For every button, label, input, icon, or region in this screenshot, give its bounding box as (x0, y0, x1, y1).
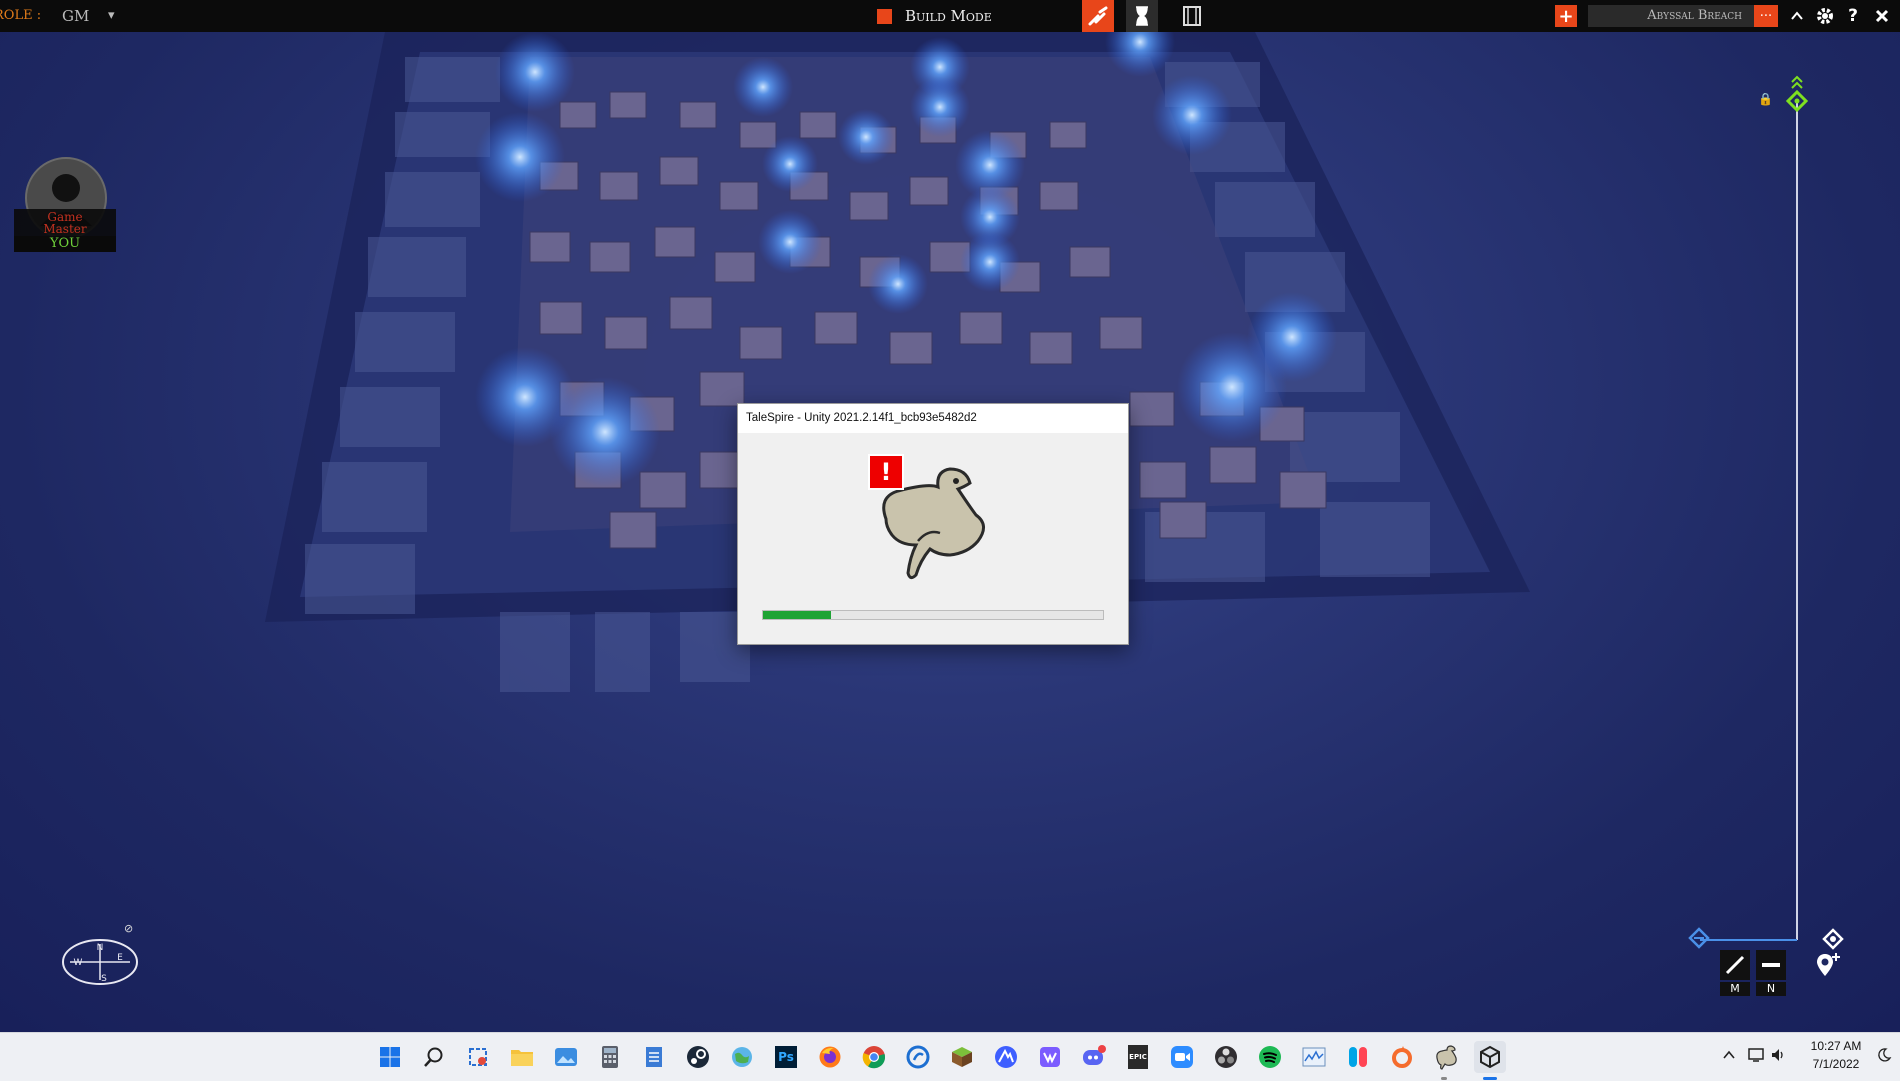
notepad-icon[interactable] (638, 1041, 670, 1073)
role-value[interactable]: GM (62, 0, 89, 32)
chevron-up-icon (1791, 11, 1803, 20)
hourglass-icon (1136, 6, 1148, 26)
map-pin-plus-icon (1817, 953, 1840, 976)
loading-dialog: TaleSpire - Unity 2021.2.14f1_bcb93e5482… (737, 403, 1129, 645)
build-mode-square-icon (877, 9, 892, 24)
campaign-name: Abyssal Breach (1647, 8, 1742, 23)
role-dropdown-arrow-icon[interactable]: ▾ (108, 0, 115, 32)
chrome-icon[interactable] (858, 1041, 890, 1073)
talespire-icon[interactable] (1430, 1041, 1462, 1073)
role-label: ROLE : (0, 8, 42, 23)
zoom-icon[interactable] (1166, 1041, 1198, 1073)
top-bar: ROLE : GM ▾ Build Mode + Abyssal Breach … (0, 0, 1900, 32)
task-manager-icon[interactable] (1298, 1041, 1330, 1073)
network-globe-icon[interactable] (726, 1041, 758, 1073)
compass[interactable]: N S E W (60, 932, 140, 992)
slider-lock-icon[interactable]: 🔒 (1758, 92, 1773, 106)
search-icon[interactable] (418, 1041, 450, 1073)
line-key-n: N (1756, 982, 1786, 996)
photos-icon[interactable] (550, 1041, 582, 1073)
horizontal-line-icon (1762, 963, 1780, 967)
height-slider-track[interactable] (1796, 102, 1798, 940)
edge-dev-icon[interactable] (902, 1041, 934, 1073)
tray-chevron-up-icon[interactable] (1722, 1047, 1736, 1066)
settings-button[interactable] (1812, 0, 1838, 32)
windows-start-icon[interactable] (374, 1041, 406, 1073)
compass-lock-icon[interactable]: ⊘ (124, 922, 133, 935)
cutscene-button[interactable] (1176, 0, 1208, 32)
marker-up-icon (1785, 75, 1809, 113)
campaign-menu-button[interactable]: ... (1754, 5, 1778, 27)
unity-icon[interactable] (1474, 1041, 1506, 1073)
compass-e: E (117, 953, 123, 963)
height-slider-handle[interactable] (1784, 74, 1810, 114)
close-icon (1875, 9, 1889, 23)
spotify-icon[interactable] (1254, 1041, 1286, 1073)
clock-time[interactable]: 10:27 AM (1800, 1039, 1872, 1053)
collapse-button[interactable] (1784, 0, 1810, 32)
origin-icon[interactable] (1386, 1041, 1418, 1073)
epic-games-icon[interactable]: EPIC (1122, 1041, 1154, 1073)
windows-taskbar: Ps EPIC 10:27 AM 7/1/2022 (0, 1032, 1900, 1081)
help-button[interactable]: ? (1842, 0, 1864, 32)
dialog-title: TaleSpire - Unity 2021.2.14f1_bcb93e5482… (738, 404, 1128, 433)
build-mode-label[interactable]: Build Mode (905, 0, 992, 32)
photoshop-label: Ps (775, 1046, 797, 1068)
discord-icon[interactable] (1078, 1041, 1110, 1073)
tray-volume-icon[interactable] (1770, 1047, 1786, 1067)
axis-left-diamond-icon[interactable] (1688, 927, 1710, 949)
firefox-icon[interactable] (814, 1041, 846, 1073)
compass-s: S (101, 974, 107, 984)
board-viewport[interactable]: Game Master YOU N S E W ⊘ 🔒 M N TaleSpir… (0, 32, 1900, 1032)
error-badge-icon: ! (868, 454, 904, 490)
horizontal-slider-track[interactable] (1700, 939, 1797, 941)
add-board-button[interactable]: + (1555, 5, 1577, 27)
player-role-label: Game Master (14, 209, 116, 236)
paint-tool-button[interactable] (1082, 0, 1114, 32)
loading-progress-bar (762, 610, 1104, 620)
loading-progress-fill (763, 611, 831, 619)
clock-date[interactable]: 7/1/2022 (1800, 1057, 1872, 1071)
line-tool-button[interactable] (1756, 950, 1786, 980)
role-line-2: Master (43, 222, 87, 236)
you-label: YOU (14, 236, 116, 252)
minecraft-icon[interactable] (946, 1041, 978, 1073)
epic-label: EPIC (1128, 1045, 1148, 1069)
close-button[interactable] (1870, 0, 1894, 32)
gear-icon (1817, 8, 1833, 24)
photoshop-icon[interactable]: Ps (770, 1041, 802, 1073)
sticky-notes-icon[interactable] (1034, 1041, 1066, 1073)
file-explorer-icon[interactable] (506, 1041, 538, 1073)
film-icon (1183, 6, 1201, 26)
add-marker-button[interactable] (1812, 950, 1842, 980)
ruler-key-m: M (1720, 982, 1750, 996)
campaign-name-field[interactable]: Abyssal Breach ... (1588, 5, 1778, 27)
tray-monitor-icon[interactable] (1748, 1047, 1766, 1067)
obs-icon[interactable] (1210, 1041, 1242, 1073)
nordvpn-icon[interactable] (990, 1041, 1022, 1073)
focus-assist-moon-icon[interactable] (1876, 1047, 1892, 1067)
snipping-tool-icon[interactable] (462, 1041, 494, 1073)
paint-tool-icon (1088, 6, 1108, 26)
diagonal-line-icon (1725, 955, 1745, 975)
ruler-tool-button[interactable] (1720, 950, 1750, 980)
axis-right-diamond-icon[interactable] (1822, 928, 1844, 950)
steam-icon[interactable] (682, 1041, 714, 1073)
compass-n: N (97, 943, 104, 953)
compass-w: W (74, 958, 83, 968)
joycon-icon[interactable] (1342, 1041, 1374, 1073)
hourglass-button[interactable] (1126, 0, 1158, 32)
game-master-avatar[interactable]: Game Master YOU (14, 154, 116, 254)
calculator-icon[interactable] (594, 1041, 626, 1073)
compass-icon: N S E W (62, 939, 138, 985)
